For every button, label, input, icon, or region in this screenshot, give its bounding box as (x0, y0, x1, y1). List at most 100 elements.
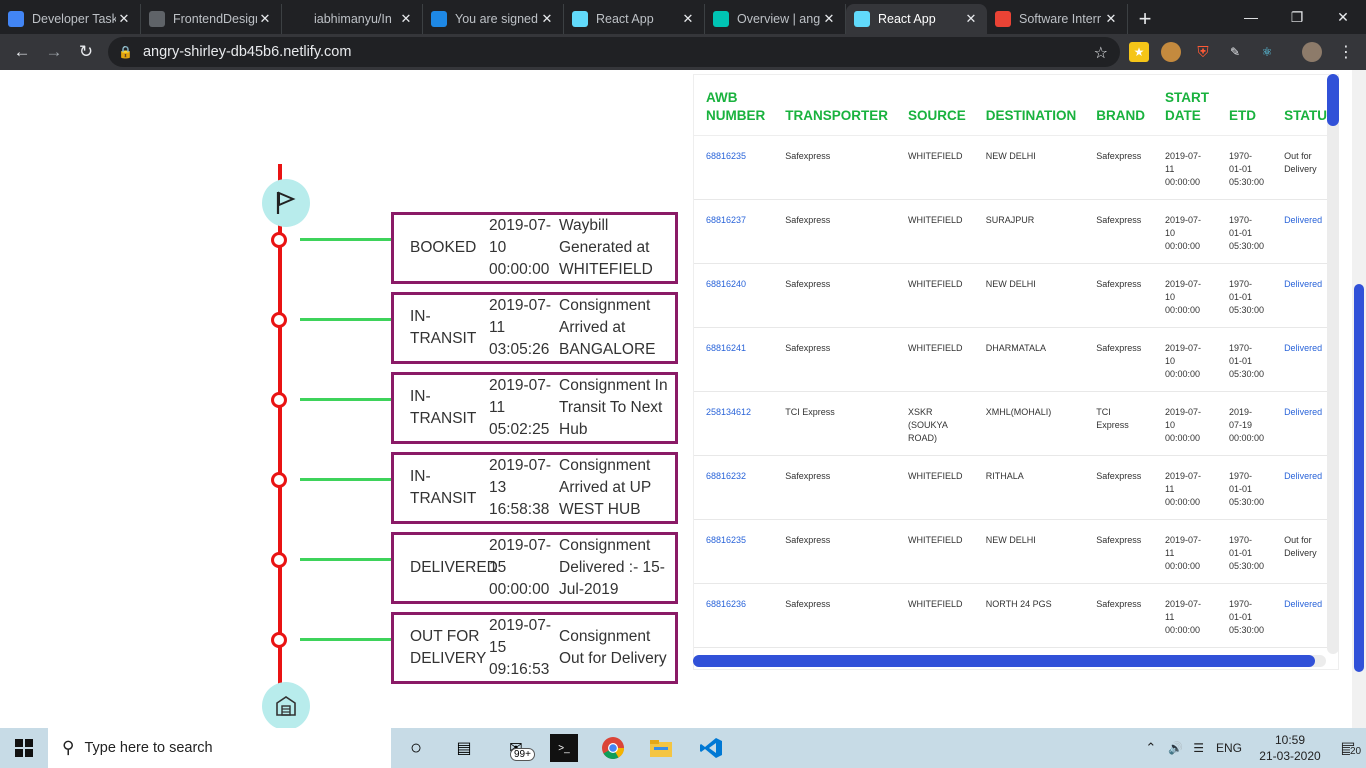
awb-link[interactable]: 68816240 (694, 263, 774, 328)
shipments-table-container[interactable]: AWB NUMBER TRANSPORTER SOURCE DESTINATION BR… (693, 74, 1339, 670)
timeline-node (271, 632, 287, 648)
action-center-icon[interactable]: ▤ 20 (1330, 738, 1366, 758)
tab-close-icon[interactable]: ✕ (539, 11, 555, 27)
awb-link[interactable]: 68816236 (694, 583, 774, 648)
tab-close-icon[interactable]: ✕ (821, 11, 837, 27)
vscode-icon[interactable] (697, 734, 725, 762)
awb-link[interactable]: 68816235 (694, 135, 774, 200)
table-cell: 2019-07-10 00:00:00 (1153, 391, 1218, 456)
event-description: Waybill Generated at WHITEFIELD (559, 217, 653, 278)
file-explorer-icon[interactable] (647, 734, 675, 762)
table-row[interactable]: 68816237 Safexpress WHITEFIELD SURAJPUR Safe… (694, 199, 1338, 264)
table-vertical-scroll-thumb[interactable] (1327, 74, 1339, 126)
tab-2[interactable]: iabhimanyu/In ✕ (282, 4, 423, 34)
column-header[interactable]: ETD (1217, 75, 1273, 136)
tab-title: Overview | ang (737, 12, 821, 26)
horizontal-scroll-thumb[interactable] (693, 655, 1315, 667)
taskbar-search[interactable]: ⚲ Type here to search (48, 728, 391, 768)
table-cell: 2019-07-11 00:00:00 (1153, 583, 1218, 648)
table-cell: Safexpress (1084, 583, 1154, 648)
table-vertical-scrollbar[interactable] (1327, 74, 1339, 654)
table-row[interactable]: 68816236 Safexpress WHITEFIELD NORTH 24 PGS… (694, 583, 1338, 648)
bookmark-star-icon[interactable]: ☆ (1094, 43, 1108, 63)
forward-icon[interactable]: → (38, 36, 70, 68)
table-row[interactable]: 68816235 Safexpress WHITEFIELD NEW DELHI Saf… (694, 135, 1338, 200)
close-window-icon[interactable]: ✕ (1320, 0, 1366, 34)
table-cell: 2019-07-19 00:00:00 (1217, 391, 1273, 456)
mail-app-icon[interactable]: ✉ 99+ (502, 734, 535, 762)
awb-link[interactable]: 68816241 (694, 327, 774, 392)
timeline-event-card: IN-TRANSIT 2019-07-11 05:02:25 Consignment… (391, 372, 678, 444)
chrome-icon[interactable] (599, 734, 627, 762)
clock-time: 10:59 (1274, 733, 1306, 747)
back-icon[interactable]: ← (6, 36, 38, 68)
language-indicator[interactable]: ENG (1216, 741, 1242, 755)
tab-3[interactable]: You are signed ✕ (423, 4, 564, 34)
tab-4[interactable]: React App ✕ (564, 4, 705, 34)
column-header[interactable]: AWB NUMBER (694, 75, 774, 136)
timeline-event-card: IN-TRANSIT 2019-07-13 16:58:38 Consignment… (391, 452, 678, 524)
avatar[interactable] (1302, 42, 1322, 62)
awb-link[interactable]: 68816232 (694, 455, 774, 520)
menu-icon[interactable]: ⋮ (1336, 42, 1356, 62)
tab-0[interactable]: Developer Task ✕ (0, 4, 141, 34)
tab-close-icon[interactable]: ✕ (963, 11, 979, 27)
reload-icon[interactable]: ↻ (70, 36, 102, 68)
table-row[interactable]: 258134612 TCI Express XSKR (SOUKYA ROAD) XM… (694, 391, 1338, 456)
awb-link[interactable]: 258134612 (694, 391, 774, 456)
cookie-icon[interactable] (1161, 42, 1181, 62)
table-row[interactable]: 68816240 Safexpress WHITEFIELD NEW DELHI Saf… (694, 263, 1338, 328)
table-row[interactable]: 68816235 Safexpress WHITEFIELD NEW DELHI Saf… (694, 519, 1338, 584)
table-cell: Safexpress (773, 455, 897, 520)
clock-date: 21-03-2020 (1259, 749, 1321, 763)
column-header[interactable]: BRAND (1084, 75, 1154, 136)
tab-close-icon[interactable]: ✕ (398, 11, 414, 27)
column-header[interactable]: TRANSPORTER (773, 75, 897, 136)
tab-6[interactable]: React App ✕ (846, 4, 987, 34)
start-button[interactable] (0, 728, 48, 768)
table-cell: 1970-01-01 05:30:00 (1217, 135, 1273, 200)
column-header[interactable]: DESTINATION (973, 75, 1085, 136)
event-date: 2019-07-10 00:00:00 (489, 217, 552, 278)
tab-close-icon[interactable]: ✕ (257, 11, 273, 27)
address-bar[interactable]: 🔒 angry-shirley-db45b6.netlify.com ☆ (108, 37, 1120, 67)
table-cell: Safexpress (1084, 327, 1154, 392)
tab-close-icon[interactable]: ✕ (680, 11, 696, 27)
table-row[interactable]: 68816241 Safexpress WHITEFIELD DHARMATALA Sa… (694, 327, 1338, 392)
awb-link[interactable]: 68816235 (694, 519, 774, 584)
terminal-icon[interactable]: >_ (550, 734, 578, 762)
page-vertical-scroll-thumb[interactable] (1354, 284, 1364, 672)
table-cell: NEW DELHI (973, 519, 1085, 584)
extension-star-icon[interactable]: ★ (1129, 42, 1149, 62)
wifi-icon[interactable]: ☰ (1193, 741, 1204, 755)
column-header[interactable]: START DATE (1153, 75, 1218, 136)
column-header[interactable]: SOURCE (896, 75, 974, 136)
react-devtools-icon[interactable]: ⚛ (1257, 42, 1277, 62)
chevron-up-icon[interactable]: ⌃ (1145, 740, 1156, 756)
pen-icon[interactable]: ✎ (1225, 42, 1245, 62)
table-cell: Safexpress (773, 199, 897, 264)
tab-1[interactable]: FrontendDesign ✕ (141, 4, 282, 34)
volume-icon[interactable]: 🔊 (1168, 741, 1183, 755)
table-cell: 1970-01-01 05:30:00 (1217, 263, 1273, 328)
table-cell: 1970-01-01 05:30:00 (1217, 583, 1273, 648)
tab-close-icon[interactable]: ✕ (1103, 11, 1119, 27)
awb-link[interactable]: 68816237 (694, 199, 774, 264)
table-row[interactable]: 68816232 Safexpress WHITEFIELD RITHALA Safex… (694, 455, 1338, 520)
task-view-icon[interactable]: ▤ (450, 734, 478, 762)
clock[interactable]: 10:59 21-03-2020 (1250, 732, 1330, 764)
cortana-icon[interactable]: ○ (402, 734, 430, 762)
tab-title: iabhimanyu/In (314, 12, 392, 26)
new-tab-icon[interactable]: + (1128, 4, 1162, 34)
table-header-row: AWB NUMBER TRANSPORTER SOURCE DESTINATION BR… (694, 75, 1338, 136)
tab-close-icon[interactable]: ✕ (116, 11, 132, 27)
tab-7[interactable]: Software Interr ✕ (987, 4, 1128, 34)
minimize-icon[interactable]: — (1228, 0, 1274, 34)
page-vertical-scrollbar[interactable] (1352, 70, 1366, 728)
tab-5[interactable]: Overview | ang ✕ (705, 4, 846, 34)
maximize-icon[interactable]: ❐ (1274, 0, 1320, 34)
horizontal-scrollbar[interactable] (693, 655, 1326, 667)
table-cell: Safexpress (1084, 455, 1154, 520)
shield-icon[interactable]: ⛨ (1193, 42, 1213, 62)
end-warehouse-badge (262, 682, 310, 728)
